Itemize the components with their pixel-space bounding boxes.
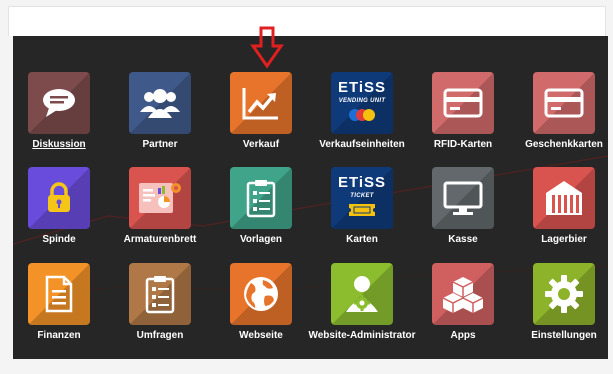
chat-bubble-icon xyxy=(28,72,90,134)
app-tile-finanzen[interactable]: Finanzen xyxy=(13,263,109,353)
app-tile-umfragen[interactable]: Umfragen xyxy=(110,263,210,353)
app-tile-einstellungen[interactable]: Einstellungen xyxy=(514,263,608,353)
document-icon xyxy=(28,263,90,325)
top-bar xyxy=(8,6,606,36)
trend-chart-icon xyxy=(230,72,292,134)
app-tile-vorlagen[interactable]: Vorlagen xyxy=(211,167,311,257)
app-tile-webseite[interactable]: Webseite xyxy=(211,263,311,353)
app-tile-spinde[interactable]: Spinde xyxy=(13,167,109,257)
clipboard-icon xyxy=(129,263,191,325)
app-tile-armaturenbrett[interactable]: Armaturenbrett xyxy=(110,167,210,257)
etiss-logo: ETiSS xyxy=(337,173,387,191)
etiss-subtitle: TICKET xyxy=(350,192,374,199)
app-label: Geschenkkarten xyxy=(525,139,603,150)
gear-icon xyxy=(533,263,595,325)
etiss-logo: ETiSS xyxy=(337,78,387,96)
app-grid-panel: Diskussion Partner Verkauf ETiSS VENDING UNI… xyxy=(13,36,608,359)
cubes-icon xyxy=(432,263,494,325)
app-tile-partner[interactable]: Partner xyxy=(110,72,210,162)
admin-user-icon xyxy=(331,263,393,325)
app-tile-verkauf[interactable]: Verkauf xyxy=(211,72,311,162)
app-tile-geschenkkarten[interactable]: Geschenkkarten xyxy=(514,72,608,162)
app-tile-website_admin[interactable]: Website-Administrator xyxy=(308,263,416,353)
dashboard-icon xyxy=(129,167,191,229)
app-tile-apps[interactable]: Apps xyxy=(413,263,513,353)
etiss-subtitle: VENDING UNIT xyxy=(338,97,386,104)
app-tile-rfid[interactable]: RFID-Karten xyxy=(413,72,513,162)
app-tile-karten[interactable]: ETiSS TICKET Karten xyxy=(312,167,412,257)
red-down-arrow-icon xyxy=(250,26,284,69)
card-icon xyxy=(432,72,494,134)
etiss-vending-icon: ETiSS VENDING UNIT xyxy=(331,72,393,134)
etiss-ticket-icon: ETiSS TICKET xyxy=(331,167,393,229)
globe-icon xyxy=(230,263,292,325)
clipboard-icon xyxy=(230,167,292,229)
app-tile-verkaufseinheiten[interactable]: ETiSS VENDING UNIT Verkaufseinheiten xyxy=(312,72,412,162)
app-label: Lagerbier xyxy=(541,234,587,245)
card-icon xyxy=(533,72,595,134)
lock-icon xyxy=(28,167,90,229)
app-tile-kasse[interactable]: Kasse xyxy=(413,167,513,257)
monitor-icon xyxy=(432,167,494,229)
app-tile-diskussion[interactable]: Diskussion xyxy=(13,72,109,162)
warehouse-icon xyxy=(533,167,595,229)
app-tile-lagerbier[interactable]: Lagerbier xyxy=(514,167,608,257)
app-label: Einstellungen xyxy=(531,330,597,341)
users-icon xyxy=(129,72,191,134)
